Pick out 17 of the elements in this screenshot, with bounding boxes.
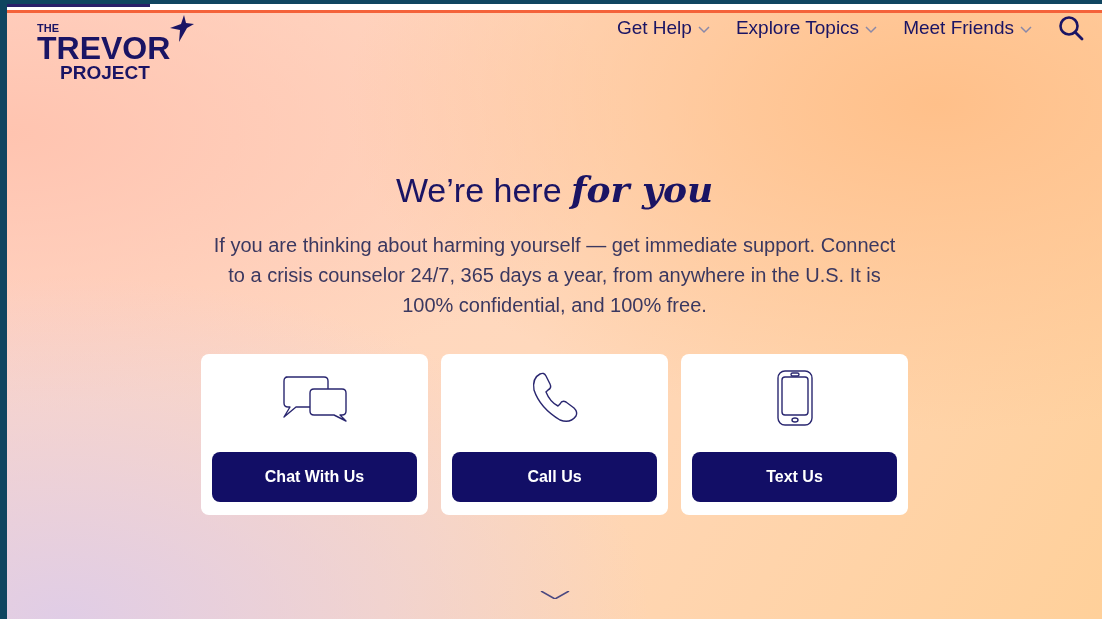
contact-button[interactable]: Call Us <box>452 451 657 502</box>
caret-icon <box>697 26 710 34</box>
nav-link[interactable]: Meet Friends <box>903 17 1032 39</box>
intro-text: If you are thinking about harming yourself — get immediate support. Connect to a crisis counselor 24/7, 365 days a year, from anywhere in the U.S. It is 100% confidential, and 100% free. <box>212 232 897 318</box>
mobile-phone-icon <box>775 367 814 428</box>
page-heading: We’re here for you <box>395 167 714 210</box>
chevron-down-icon[interactable] <box>539 590 570 599</box>
logo-text: PROJECT <box>60 62 150 82</box>
contact-button[interactable]: Text Us <box>692 451 897 502</box>
logo-text: TREVOR <box>37 34 171 63</box>
contact-button[interactable]: Chat With Us <box>212 451 417 502</box>
nav-link[interactable]: Explore Topics <box>735 17 878 39</box>
nav-link[interactable]: Get Help <box>616 17 710 39</box>
caret-icon <box>865 26 878 34</box>
caret-icon <box>1020 26 1032 34</box>
search-icon[interactable] <box>1058 15 1084 41</box>
logo-text: THE <box>37 23 59 34</box>
